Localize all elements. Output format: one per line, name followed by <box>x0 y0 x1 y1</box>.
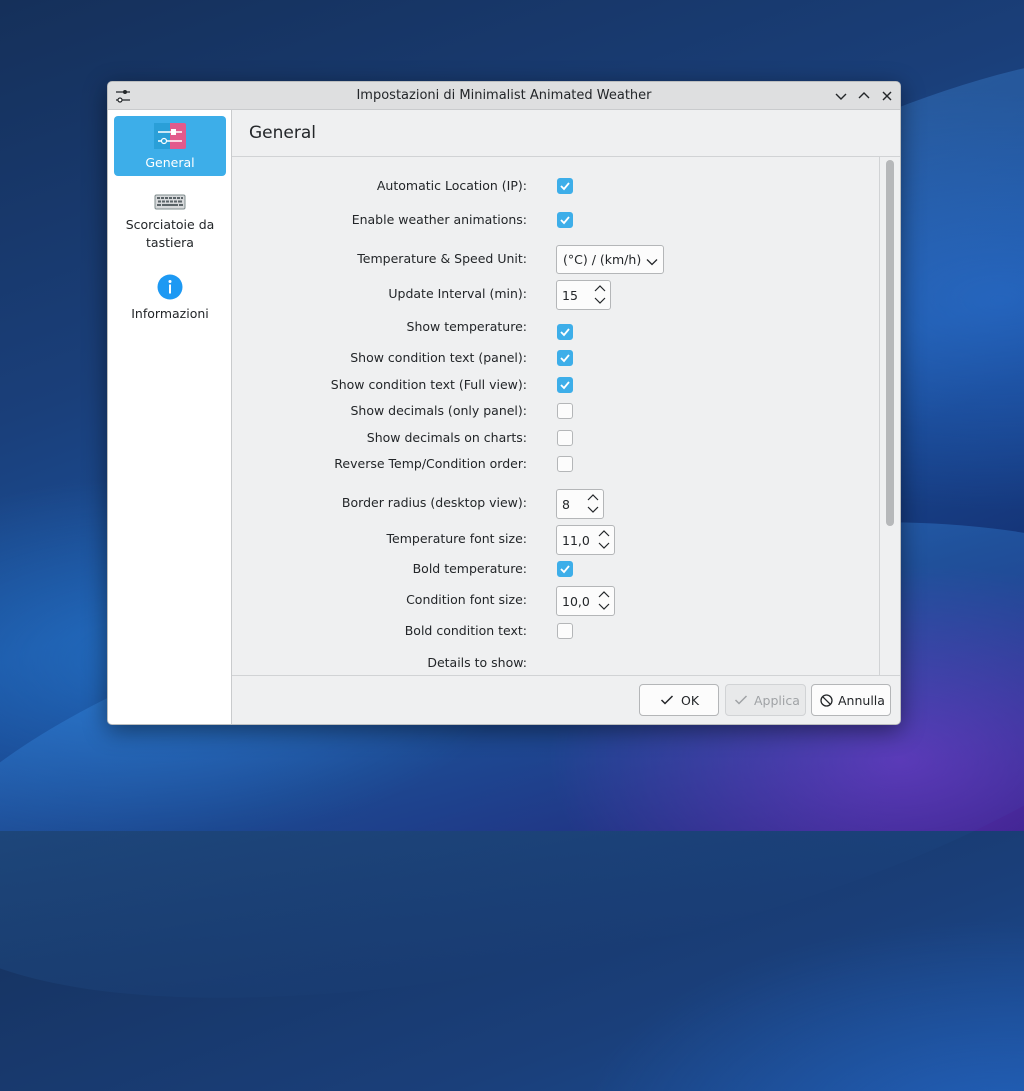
field-label: Condition font size: <box>406 592 527 607</box>
field-label: Border radius (desktop view): <box>341 495 527 510</box>
field-label: Show decimals (only panel): <box>350 403 527 418</box>
close-icon[interactable] <box>878 87 896 105</box>
ok-button[interactable]: OK <box>639 684 719 716</box>
scrollbar-thumb[interactable] <box>886 160 894 526</box>
maximize-icon[interactable] <box>855 87 873 105</box>
spin-arrows-icon[interactable] <box>597 528 611 552</box>
field-label: Show condition text (panel): <box>350 350 527 365</box>
form-row: Show decimals (only panel): <box>232 398 879 424</box>
condition-font-size-spinbox[interactable]: 10,0 <box>556 586 615 616</box>
border-radius-spinbox[interactable]: 8 <box>556 489 604 519</box>
show-condition-full-checkbox[interactable] <box>557 377 573 393</box>
settings-form: Automatic Location (IP): Enable weather … <box>232 157 879 677</box>
form-row: Details to show: <box>232 650 879 676</box>
window-title: Impostazioni di Minimalist Animated Weat… <box>356 88 652 103</box>
vertical-scrollbar[interactable] <box>879 157 900 677</box>
bold-condition-checkbox[interactable] <box>557 623 573 639</box>
spinbox-value: 11,0 <box>562 533 590 548</box>
cancel-icon <box>820 694 833 707</box>
field-label: Reverse Temp/Condition order: <box>334 456 527 471</box>
ok-label: OK <box>681 693 700 708</box>
show-decimals-panel-checkbox[interactable] <box>557 403 573 419</box>
show-temperature-checkbox[interactable] <box>557 324 573 340</box>
reverse-order-checkbox[interactable] <box>557 456 573 472</box>
form-row <box>232 319 879 345</box>
spinbox-value: 15 <box>562 288 578 303</box>
chevron-down-icon <box>646 255 658 270</box>
sidebar-item-shortcuts[interactable]: Scorciatoie da tastiera <box>114 188 226 258</box>
show-decimals-charts-checkbox[interactable] <box>557 430 573 446</box>
minimize-icon[interactable] <box>832 87 850 105</box>
sidebar-item-label: Informazioni <box>131 306 209 321</box>
apply-button[interactable]: Applica <box>725 684 806 716</box>
field-label: Temperature font size: <box>386 531 527 546</box>
field-label: Bold condition text: <box>404 623 527 638</box>
settings-dialog: Impostazioni di Minimalist Animated Weat… <box>107 81 901 725</box>
form-row: Temperature & Speed Unit: (°C) / (km/h) <box>232 245 879 274</box>
page-title: General <box>249 123 316 143</box>
settings-sliders-icon <box>153 121 187 151</box>
form-row: Show condition text (Full view): <box>232 372 879 398</box>
cancel-label: Annulla <box>838 693 885 708</box>
spinbox-value: 8 <box>562 497 570 512</box>
field-label: Bold temperature: <box>412 561 527 576</box>
form-row: Reverse Temp/Condition order: <box>232 451 879 477</box>
spin-arrows-icon[interactable] <box>586 492 600 516</box>
check-icon <box>734 695 748 705</box>
field-label: Details to show: <box>427 655 527 670</box>
sidebar-item-general[interactable]: General <box>114 116 226 176</box>
sidebar-item-label: Scorciatoie da tastiera <box>125 217 215 250</box>
spinbox-value: 10,0 <box>562 594 590 609</box>
form-row: Show decimals on charts: <box>232 425 879 451</box>
field-label: Show decimals on charts: <box>366 430 527 445</box>
sidebar-item-label: General <box>145 155 195 170</box>
temperature-font-size-spinbox[interactable]: 11,0 <box>556 525 615 555</box>
keyboard-icon <box>154 192 186 212</box>
show-condition-panel-checkbox[interactable] <box>557 350 573 366</box>
sidebar-item-info[interactable]: Informazioni <box>114 272 226 322</box>
field-label: Show condition text (Full view): <box>330 377 527 392</box>
form-row: Enable weather animations: <box>232 207 879 233</box>
spin-arrows-icon[interactable] <box>597 589 611 613</box>
dropdown-value: (°C) / (km/h) <box>563 252 642 267</box>
form-row: Show condition text (panel): <box>232 345 879 371</box>
form-row: Condition font size: 10,0 <box>232 586 879 616</box>
form-row: Bold condition text: <box>232 618 879 644</box>
form-row: Bold temperature: <box>232 556 879 582</box>
update-interval-spinbox[interactable]: 15 <box>556 280 611 310</box>
spin-arrows-icon[interactable] <box>593 283 607 307</box>
apply-label: Applica <box>754 693 800 708</box>
form-row: Automatic Location (IP): <box>232 173 879 199</box>
automatic-location-checkbox[interactable] <box>557 178 573 194</box>
dialog-footer: OK Applica Annulla <box>232 675 900 724</box>
weather-animations-checkbox[interactable] <box>557 212 573 228</box>
info-icon <box>157 274 183 300</box>
bold-temperature-checkbox[interactable] <box>557 561 573 577</box>
form-row: Border radius (desktop view): 8 <box>232 489 879 519</box>
form-row: Temperature font size: 11,0 <box>232 525 879 555</box>
title-bar[interactable]: Impostazioni di Minimalist Animated Weat… <box>108 82 900 110</box>
cancel-button[interactable]: Annulla <box>811 684 891 716</box>
sidebar: General Scorciatoie da tastiera Informaz… <box>108 110 232 724</box>
content-header: General <box>232 110 900 157</box>
form-row: Update Interval (min): 15 <box>232 280 879 310</box>
field-label: Enable weather animations: <box>351 212 527 227</box>
temp-speed-unit-dropdown[interactable]: (°C) / (km/h) <box>556 245 664 274</box>
field-label: Temperature & Speed Unit: <box>357 251 527 266</box>
field-label: Automatic Location (IP): <box>376 178 527 193</box>
field-label: Update Interval (min): <box>388 286 527 301</box>
check-icon <box>660 695 674 705</box>
